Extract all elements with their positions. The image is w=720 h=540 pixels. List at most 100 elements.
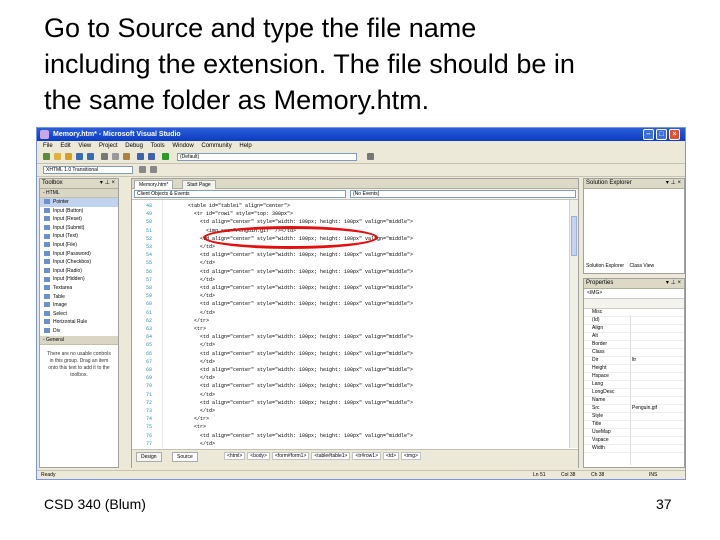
design-view-button[interactable]: Design: [136, 452, 162, 462]
tag-nav-item[interactable]: <table#table1>: [311, 452, 351, 460]
property-row[interactable]: Title: [584, 421, 684, 429]
property-row[interactable]: Src Penguin.gif: [584, 405, 684, 413]
property-row[interactable]: Hspace: [584, 373, 684, 381]
code-line[interactable]: </tr>: [164, 317, 209, 325]
property-row[interactable]: (Id): [584, 317, 684, 325]
property-row[interactable]: Lang: [584, 381, 684, 389]
code-line[interactable]: <td align="center" style="width: 100px; …: [164, 333, 413, 341]
validate-icon[interactable]: [150, 166, 157, 173]
tag-nav-item[interactable]: <img>: [401, 452, 421, 460]
property-row[interactable]: Vspace: [584, 437, 684, 445]
toolbox-item[interactable]: Input (Hidden): [40, 275, 118, 284]
source-view-button[interactable]: Source: [172, 452, 198, 462]
property-row[interactable]: UseMap: [584, 429, 684, 437]
menu-edit[interactable]: Edit: [60, 143, 70, 149]
property-row[interactable]: LongDesc: [584, 389, 684, 397]
property-row[interactable]: Class: [584, 349, 684, 357]
code-line[interactable]: </td>: [164, 259, 215, 267]
doctype-combo[interactable]: XHTML 1.0 Transitional: [43, 166, 133, 174]
code-line[interactable]: </td>: [164, 292, 215, 300]
menu-project[interactable]: Project: [99, 143, 118, 149]
property-value[interactable]: Penguin.gif: [632, 405, 657, 412]
code-line[interactable]: </td>: [164, 407, 215, 415]
tag-nav-item[interactable]: <body>: [247, 452, 270, 460]
toolbox-section-general[interactable]: - General: [40, 335, 118, 345]
toolbox-item[interactable]: Input (Password): [40, 250, 118, 259]
menu-tools[interactable]: Tools: [151, 143, 165, 149]
maximize-button[interactable]: □: [656, 129, 667, 140]
menu-community[interactable]: Community: [201, 143, 231, 149]
property-row[interactable]: Name: [584, 397, 684, 405]
tab-start-page[interactable]: Start Page: [182, 180, 216, 189]
start-debugging-icon[interactable]: [162, 153, 169, 160]
scrollbar-thumb[interactable]: [571, 216, 577, 256]
find-icon[interactable]: [367, 153, 374, 160]
property-row[interactable]: Dir ltr: [584, 357, 684, 365]
code-line[interactable]: </tr>: [164, 415, 209, 423]
code-line[interactable]: <td align="center" style="width: 100px; …: [164, 399, 413, 407]
cut-icon[interactable]: [101, 153, 108, 160]
code-line[interactable]: <td align="center" style="width: 100px; …: [164, 251, 413, 259]
toolbox-item[interactable]: Input (Submit): [40, 224, 118, 233]
property-value[interactable]: ltr: [632, 357, 636, 364]
pin-icon[interactable]: ▾ ⊥ ×: [666, 279, 681, 288]
undo-icon[interactable]: [137, 153, 144, 160]
minimize-button[interactable]: –: [643, 129, 654, 140]
tag-nav-item[interactable]: <form#form1>: [271, 452, 310, 460]
toolbox-section-html[interactable]: - HTML: [40, 189, 118, 198]
toolbox-item[interactable]: Input (Checkbox): [40, 258, 118, 267]
code-line[interactable]: </td>: [164, 276, 215, 284]
property-row[interactable]: Align: [584, 325, 684, 333]
pin-icon[interactable]: ▾ ⊥ ×: [666, 179, 681, 188]
tab-solution-explorer[interactable]: Solution Explorer: [586, 263, 624, 269]
code-line[interactable]: </td>: [164, 374, 215, 382]
redo-icon[interactable]: [148, 153, 155, 160]
code-line[interactable]: <td align="center" style="width: 100px; …: [164, 350, 413, 358]
copy-icon[interactable]: [112, 153, 119, 160]
tag-nav-item[interactable]: <html>: [224, 452, 246, 460]
code-line[interactable]: <td align="center" style="width: 100px; …: [164, 432, 413, 440]
toolbox-item[interactable]: Horizontal Rule: [40, 318, 118, 327]
code-line[interactable]: <table id="table1" align="center">: [164, 202, 290, 210]
format-icon[interactable]: [139, 166, 146, 173]
toolbox-item[interactable]: Input (Button): [40, 207, 118, 216]
paste-icon[interactable]: [123, 153, 130, 160]
property-row[interactable]: Misc: [584, 309, 684, 317]
new-project-icon[interactable]: [43, 153, 50, 160]
code-line[interactable]: <td align="center" style="width: 100px; …: [164, 300, 413, 308]
property-row[interactable]: Width: [584, 445, 684, 453]
property-row[interactable]: Border: [584, 341, 684, 349]
toolbox-item[interactable]: Pointer: [40, 198, 118, 207]
code-line[interactable]: </td>: [164, 358, 215, 366]
toolbox-item[interactable]: Image: [40, 301, 118, 310]
toolbox-item[interactable]: Input (Reset): [40, 215, 118, 224]
property-row[interactable]: Alt: [584, 333, 684, 341]
code-line[interactable]: <tr id="row1" style="top: 300px">: [164, 210, 293, 218]
save-all-icon[interactable]: [87, 153, 94, 160]
menu-file[interactable]: File: [43, 143, 53, 149]
menu-help[interactable]: Help: [239, 143, 251, 149]
toolbox-item[interactable]: Textarea: [40, 284, 118, 293]
code-line[interactable]: <tr>: [164, 325, 206, 333]
toolbox-item[interactable]: Table: [40, 293, 118, 302]
code-line[interactable]: <td align="center" style="width: 100px; …: [164, 366, 413, 374]
menu-view[interactable]: View: [78, 143, 91, 149]
code-line[interactable]: <tr>: [164, 423, 206, 431]
tag-nav-item[interactable]: <td>: [383, 452, 400, 460]
save-icon[interactable]: [76, 153, 83, 160]
menu-debug[interactable]: Debug: [125, 143, 143, 149]
vertical-scrollbar[interactable]: [569, 200, 578, 448]
solution-config-combo[interactable]: (Default): [177, 153, 357, 161]
toolbox-item[interactable]: Div: [40, 327, 118, 336]
code-line[interactable]: </td>: [164, 341, 215, 349]
toolbox-item[interactable]: Input (File): [40, 241, 118, 250]
toolbox-item[interactable]: Input (Text): [40, 232, 118, 241]
menu-window[interactable]: Window: [172, 143, 193, 149]
properties-object[interactable]: <IMG>: [584, 289, 684, 299]
code-line[interactable]: </td>: [164, 243, 215, 251]
events-combo[interactable]: (No Events): [350, 190, 576, 198]
close-button[interactable]: ×: [669, 129, 680, 140]
code-line[interactable]: <td align="center" style="width: 100px; …: [164, 268, 413, 276]
tag-nav-item[interactable]: <tr#row1>: [352, 452, 381, 460]
property-row[interactable]: Height: [584, 365, 684, 373]
